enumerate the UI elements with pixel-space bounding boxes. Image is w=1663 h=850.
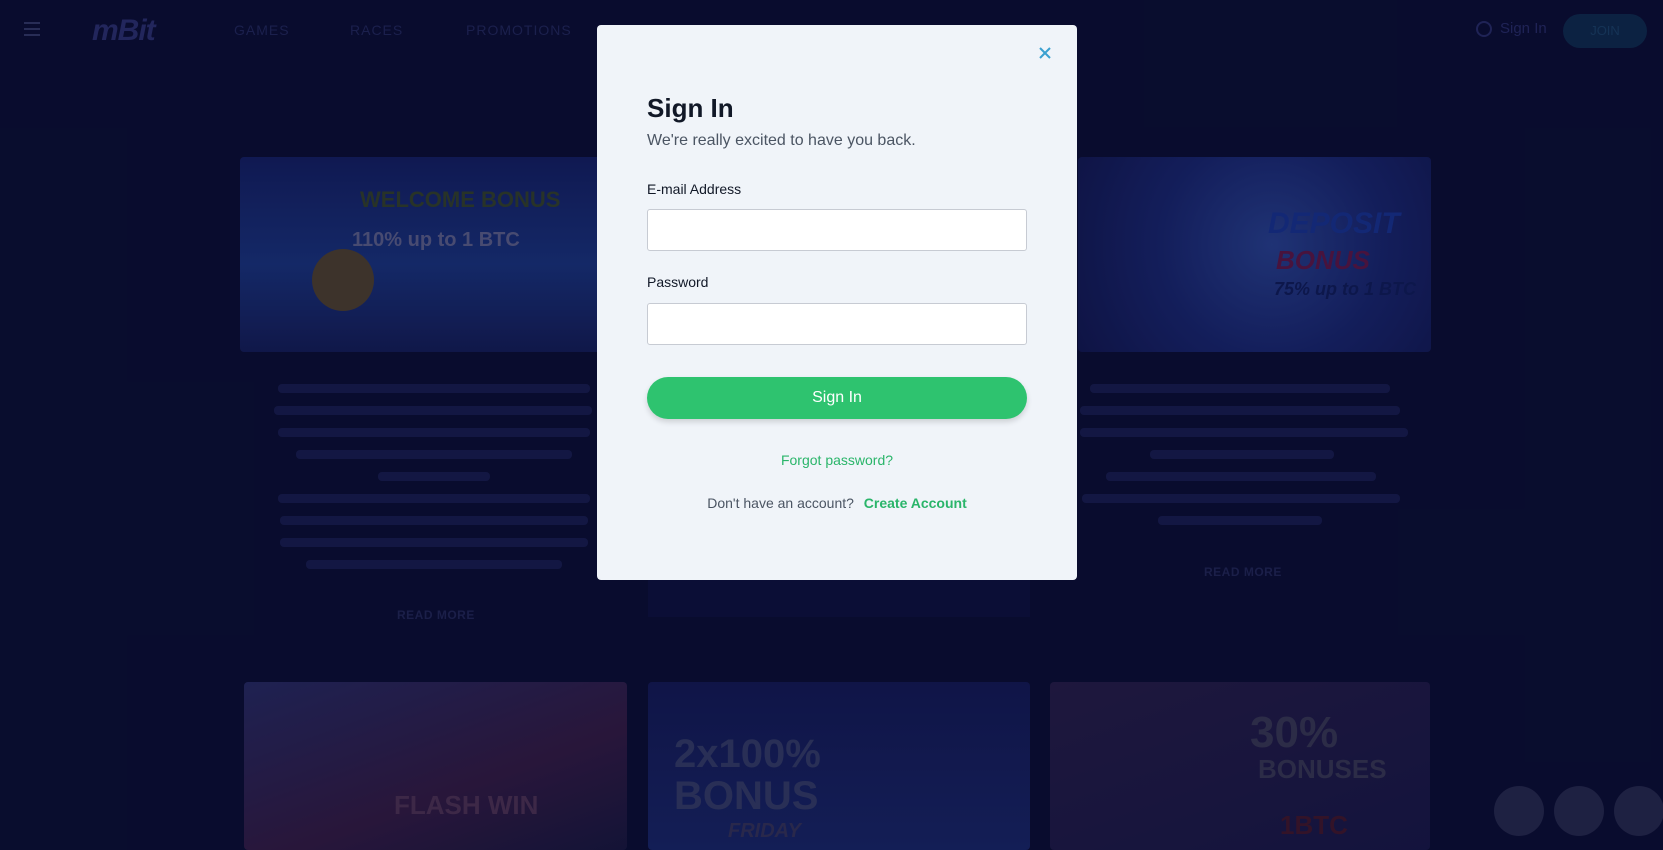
modal-subtitle: We're really excited to have you back. [647, 132, 916, 149]
modal-title: Sign In [647, 93, 734, 123]
sign-in-submit-button[interactable]: Sign In [647, 377, 1027, 419]
password-field[interactable] [647, 303, 1027, 345]
close-icon[interactable] [1035, 43, 1055, 63]
email-label: E-mail Address [647, 181, 742, 197]
sign-in-modal: Sign In We're really excited to have you… [597, 25, 1077, 580]
forgot-password-link[interactable]: Forgot password? [597, 452, 1077, 468]
create-account-link[interactable]: Create Account [864, 495, 967, 511]
password-label: Password [647, 274, 709, 290]
email-field[interactable] [647, 209, 1027, 251]
no-account-text: Don't have an account? [707, 495, 854, 511]
signup-prompt: Don't have an account? Create Account [597, 495, 1077, 511]
